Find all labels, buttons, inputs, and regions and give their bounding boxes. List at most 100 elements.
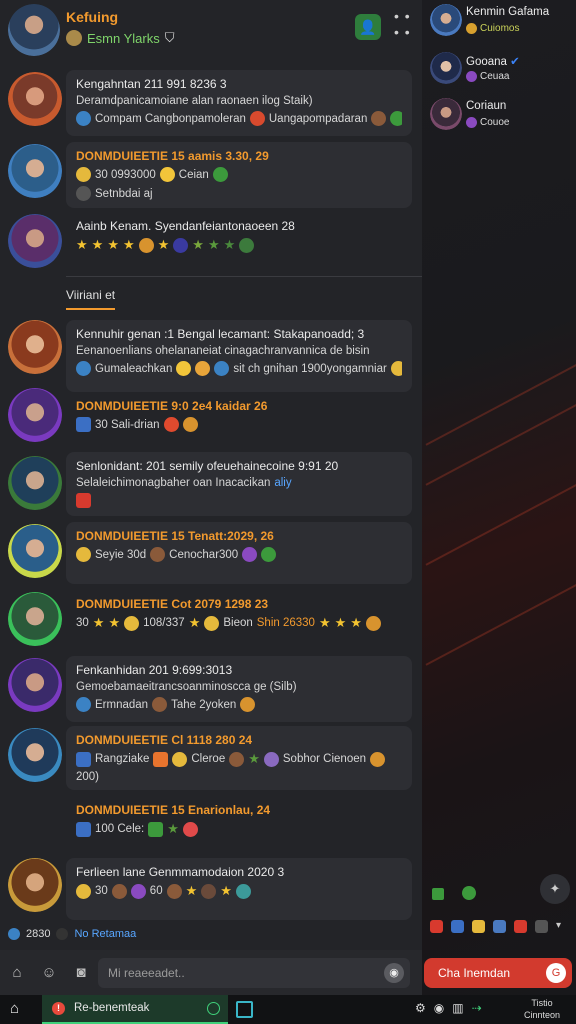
section-label: Viiriani et <box>66 288 116 310</box>
emoji-icon <box>365 615 381 631</box>
contact-name: Coriaun <box>466 100 507 112</box>
avatar[interactable] <box>8 592 62 646</box>
message-input[interactable]: Mi reaeeadet.. ◉ <box>98 958 410 988</box>
more-options-icon[interactable]: • • • • <box>394 8 411 40</box>
avatar[interactable] <box>8 658 62 712</box>
message-bubble: DONMDUIEETIE Cl 1118 280 24 Rangziake Cl… <box>66 726 412 790</box>
emoji-icon <box>240 697 256 712</box>
g-icon: G <box>546 963 566 983</box>
taskbar-app[interactable]: ! Re-benemteak <box>42 995 228 1024</box>
message-text: Ermnadan Tahe 2yoken <box>76 697 402 712</box>
settings-icon[interactable]: ⚙ <box>415 1001 426 1015</box>
emoji-icon <box>176 361 192 376</box>
message-author: Fenkanhidan 201 9:699:3013 <box>76 663 233 677</box>
user-add-button[interactable]: 👤 <box>355 14 381 40</box>
message-author: Senlonidant: 201 semily ofeuehainecoine … <box>76 459 339 473</box>
side-pane <box>422 0 576 995</box>
emoji-icon[interactable] <box>430 920 443 933</box>
avatar[interactable] <box>8 320 62 374</box>
emoji-icon <box>76 167 91 182</box>
badge-icon <box>76 821 91 837</box>
dot-icon <box>56 928 69 940</box>
message-bubble: Fenkanhidan 201 9:699:3013 Gemoebamaeitr… <box>66 656 412 722</box>
header-avatar[interactable] <box>8 4 60 56</box>
message-bubble: Kengahntan 211 991 8236 3 Deramdpanicamo… <box>66 70 412 136</box>
pin-icon[interactable] <box>535 920 548 933</box>
camera-icon[interactable]: ◙ <box>70 962 92 984</box>
message-bubble: Aainb Kenam. Syendanfeiantonaoeen 28 ★ ★ ★… <box>66 212 412 266</box>
status-icon <box>466 71 477 82</box>
avatar[interactable] <box>8 728 62 782</box>
avatar[interactable] <box>430 98 462 130</box>
message-text: Rangziake Cleroe ★ Sobhor Cienoen <box>76 751 402 767</box>
message-author: DONMDUIEETIE 15 Tenatt:2029, 26 <box>76 529 274 543</box>
avatar[interactable] <box>8 72 62 126</box>
leaf-icon <box>235 883 251 899</box>
emoji-icon <box>182 821 198 837</box>
leaf-icon <box>212 167 228 182</box>
message-text: Deramdpanicamoiane alan raonaen ilog Sta… <box>76 95 313 107</box>
emoji-icon <box>76 883 91 899</box>
globe-icon[interactable] <box>493 920 506 933</box>
contact-name: Gooana ✔ <box>466 56 520 68</box>
message-author: DONMDUIEETIE 9:0 2e4 kaidar 26 <box>76 399 268 413</box>
message-author: DONMDUIEETIE Cl 1118 280 24 <box>76 733 253 747</box>
badge-icon[interactable] <box>451 920 464 933</box>
status-icon <box>466 117 477 128</box>
system-tray: ⚙ ◉ ▥ ⇢ <box>415 1001 482 1015</box>
chevron-down-icon[interactable]: ▾ <box>556 920 561 933</box>
leaf-icon <box>239 237 255 253</box>
avatar[interactable] <box>8 456 62 510</box>
message-text: 30 0993000 Ceian <box>76 167 402 182</box>
emoji-icon <box>166 883 182 899</box>
avatar[interactable] <box>8 388 62 442</box>
emoji-button-icon[interactable]: ☺ <box>38 962 60 984</box>
flame-icon <box>249 111 265 126</box>
avatar[interactable] <box>8 144 62 198</box>
emoji-icon <box>76 493 91 508</box>
message-text: Selaleichimonagbaher oan Inacacikan aliy <box>76 477 292 489</box>
link[interactable]: aliy <box>274 477 291 489</box>
message-author: Kennuhir genan :1 Bengal lecamant: Staka… <box>76 327 365 341</box>
message-text: Compam Cangbonpamoleran Uangapompadaran <box>76 111 402 126</box>
globe-icon <box>214 361 230 376</box>
avatar[interactable] <box>430 4 462 36</box>
emoji-icon <box>124 615 140 631</box>
attach-button[interactable]: ✦ <box>540 874 570 904</box>
message-author: Kengahntan 211 991 8236 3 <box>76 77 227 91</box>
window-icon[interactable] <box>236 1001 253 1018</box>
file-icon <box>76 186 91 201</box>
emoji-icon <box>152 697 168 712</box>
divider <box>66 276 422 277</box>
avatar[interactable] <box>430 52 462 84</box>
flame-icon[interactable] <box>514 920 527 933</box>
message-bubble: DONMDUIEETIE Cot 2079 1298 23 30 ★ ★ 108/… <box>66 590 412 646</box>
back-icon[interactable]: ⌂ <box>6 962 28 984</box>
message-text: Gumaleachkan sit ch gnihan 1900yongamnia… <box>76 361 402 376</box>
home-icon[interactable]: ⌂ <box>10 1000 19 1017</box>
action-button[interactable]: Cha Inemdan G <box>424 958 572 988</box>
battery-icon[interactable]: ▥ <box>452 1001 463 1015</box>
volume-icon[interactable]: ◉ <box>434 1001 444 1015</box>
quick-actions: ▾ <box>430 920 570 933</box>
leaf-icon <box>390 111 402 126</box>
network-icon[interactable]: ⇢ <box>472 1001 482 1015</box>
leaf-icon <box>261 547 277 562</box>
voice-icon[interactable]: ◉ <box>384 963 404 983</box>
alert-icon: ! <box>52 1002 65 1015</box>
avatar[interactable] <box>8 524 62 578</box>
emoji-icon <box>182 417 198 432</box>
emoji-icon <box>163 417 179 432</box>
server-icon <box>66 30 82 46</box>
avatar[interactable] <box>8 214 62 268</box>
clock[interactable]: Tistio Cinnteon <box>522 997 562 1021</box>
emoji-icon[interactable] <box>472 920 485 933</box>
emoji-icon <box>130 883 146 899</box>
emoji-icon <box>111 883 127 899</box>
avatar[interactable] <box>8 858 62 912</box>
message-bubble: Kennuhir genan :1 Bengal lecamant: Staka… <box>66 320 412 392</box>
message-author: DONMDUIEETIE Cot 2079 1298 23 <box>76 597 269 611</box>
message-text <box>76 493 402 508</box>
contact-status: Cuiomos <box>466 23 519 34</box>
message-author: DONMDUIEETIE 15 Enarionlau, 24 <box>76 803 271 817</box>
